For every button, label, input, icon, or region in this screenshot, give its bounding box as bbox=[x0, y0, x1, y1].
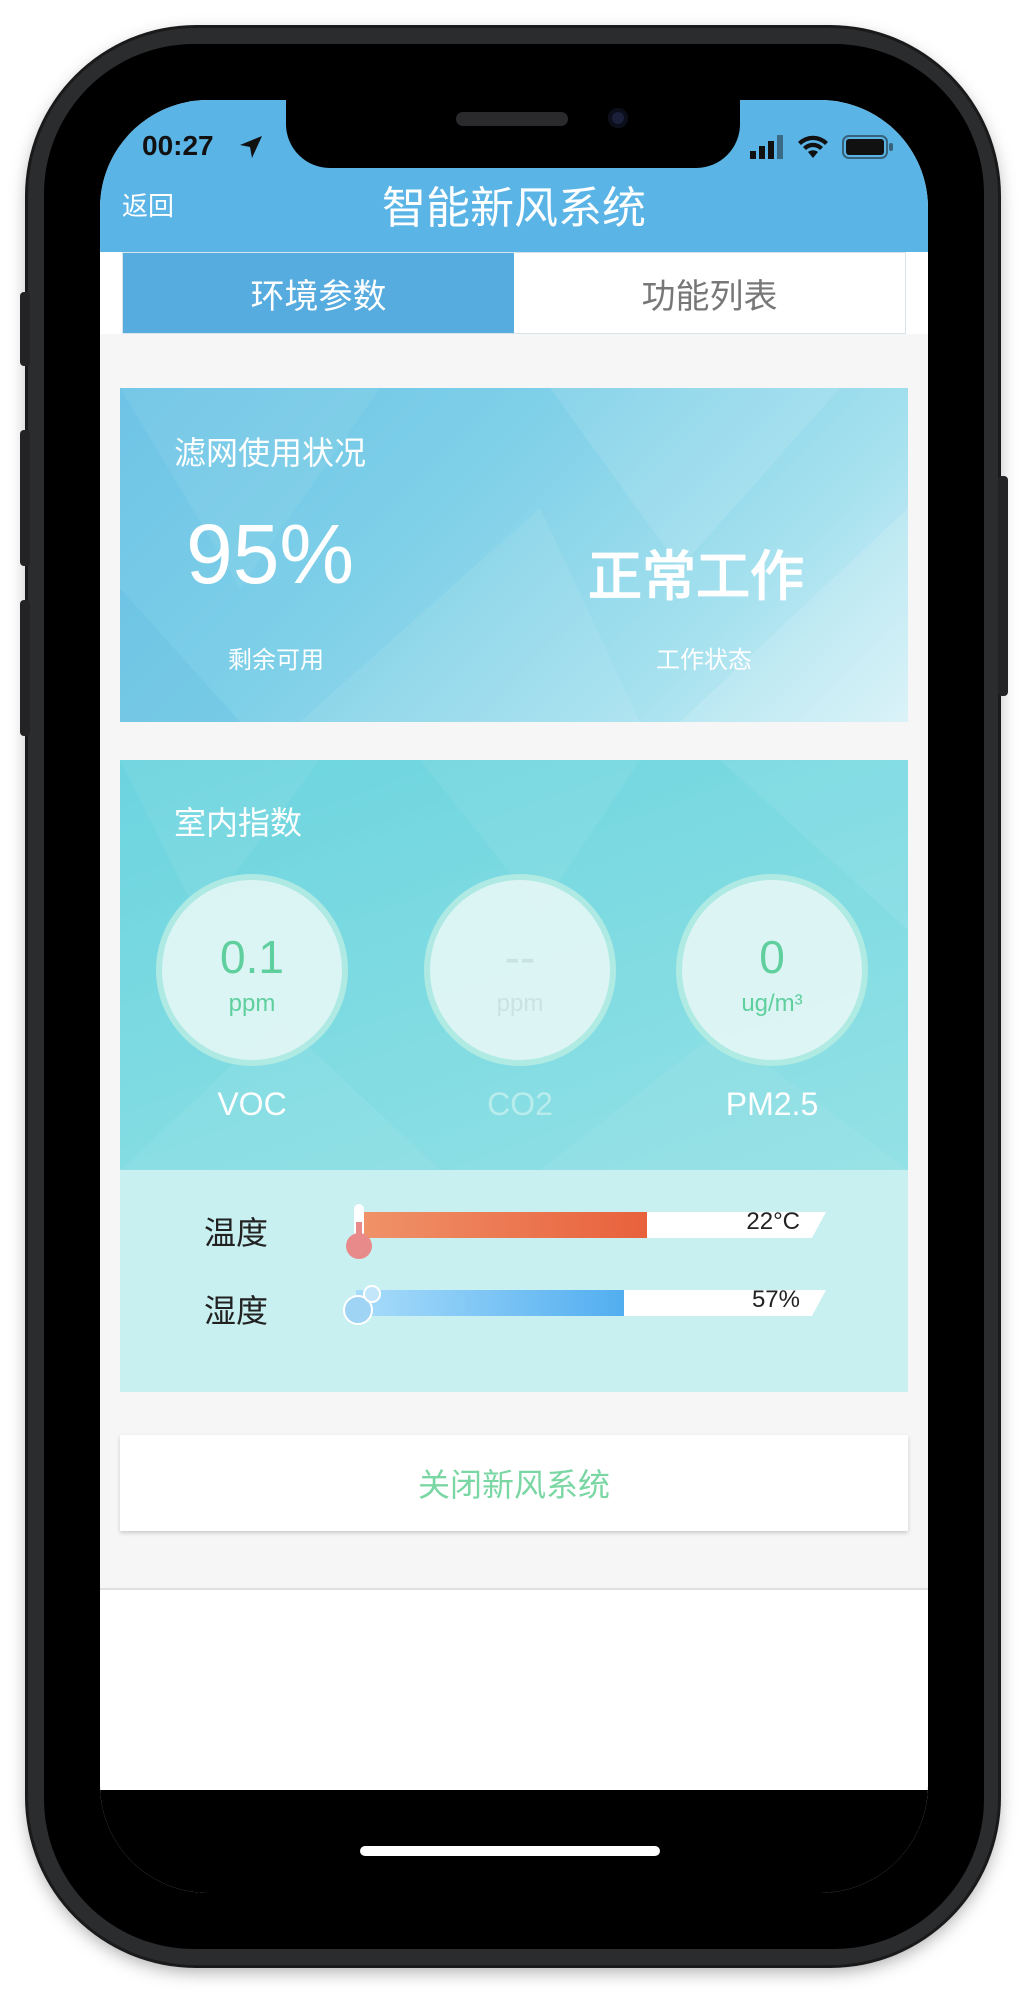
co2-gauge: -- ppm bbox=[424, 874, 616, 1066]
volume-up-button bbox=[20, 430, 30, 566]
pm25-label: PM2.5 bbox=[725, 1086, 819, 1122]
voc-value: 0.1 bbox=[220, 931, 284, 983]
volume-down-button bbox=[20, 600, 30, 736]
signal-icon bbox=[750, 135, 783, 159]
tab-bar: 环境参数 功能列表 bbox=[122, 252, 906, 334]
water-drop-icon bbox=[343, 1285, 381, 1325]
co2-unit: ppm bbox=[496, 990, 544, 1017]
co2-label: CO2 bbox=[424, 1086, 616, 1123]
filter-remaining-label: 剩余可用 bbox=[228, 646, 324, 674]
home-indicator[interactable] bbox=[360, 1846, 660, 1856]
filter-card-title: 滤网使用状况 bbox=[174, 434, 367, 472]
bottom-area bbox=[100, 1790, 928, 1893]
pm25-unit: ug/m³ bbox=[741, 990, 803, 1017]
co2-value: -- bbox=[504, 931, 536, 983]
voc-label: VOC bbox=[217, 1086, 287, 1122]
location-arrow-icon bbox=[240, 136, 262, 158]
wifi-icon bbox=[798, 135, 828, 158]
filter-remaining-value: 95% bbox=[186, 507, 355, 601]
power-button bbox=[998, 476, 1008, 696]
work-status-label: 工作状态 bbox=[656, 646, 752, 674]
page-title: 智能新风系统 bbox=[382, 183, 646, 234]
co2-label-text: CO2 bbox=[487, 1086, 553, 1122]
device-notch bbox=[286, 100, 740, 168]
humidity-bar-fill bbox=[356, 1290, 624, 1316]
indoor-index-card: 室内指数 0.1 ppm VOC -- ppm CO2 0 ug/m³ PM2.… bbox=[120, 760, 908, 1170]
thermometer-icon bbox=[346, 1204, 372, 1259]
humidity-label: 湿度 bbox=[204, 1292, 269, 1330]
filter-status-card: 滤网使用状况 95% 剩余可用 正常工作 工作状态 bbox=[120, 388, 908, 722]
climate-card: 温度 22°C 湿度 57% bbox=[120, 1170, 908, 1392]
pm25-value: 0 bbox=[759, 931, 785, 983]
voc-unit: ppm bbox=[228, 990, 276, 1017]
screen: 00:27 返回 智能新风系统 环境参数 功能列表 滤网使用状况 95% 剩余可… bbox=[100, 100, 928, 1893]
temperature-value: 22°C bbox=[746, 1208, 800, 1235]
battery-icon bbox=[842, 135, 893, 159]
temperature-bar-fill bbox=[356, 1212, 647, 1238]
tab-function-list[interactable]: 功能列表 bbox=[514, 253, 905, 333]
speaker-grille bbox=[456, 112, 568, 126]
pm25-gauge: 0 ug/m³ bbox=[676, 874, 868, 1066]
temperature-label: 温度 bbox=[204, 1214, 269, 1252]
temperature-bar: 22°C bbox=[356, 1208, 826, 1238]
voc-gauge: 0.1 ppm bbox=[156, 874, 348, 1066]
mute-switch bbox=[20, 292, 30, 366]
front-camera bbox=[608, 108, 628, 128]
indoor-card-title: 室内指数 bbox=[174, 804, 303, 842]
close-fresh-air-button[interactable]: 关闭新风系统 bbox=[120, 1435, 908, 1531]
content-divider bbox=[100, 1588, 928, 1590]
tab-environment-params[interactable]: 环境参数 bbox=[123, 253, 514, 333]
status-time: 00:27 bbox=[142, 130, 214, 161]
status-icons bbox=[750, 134, 894, 160]
humidity-value: 57% bbox=[751, 1286, 800, 1313]
humidity-bar: 57% bbox=[356, 1286, 826, 1316]
work-status-value: 正常工作 bbox=[588, 545, 804, 608]
